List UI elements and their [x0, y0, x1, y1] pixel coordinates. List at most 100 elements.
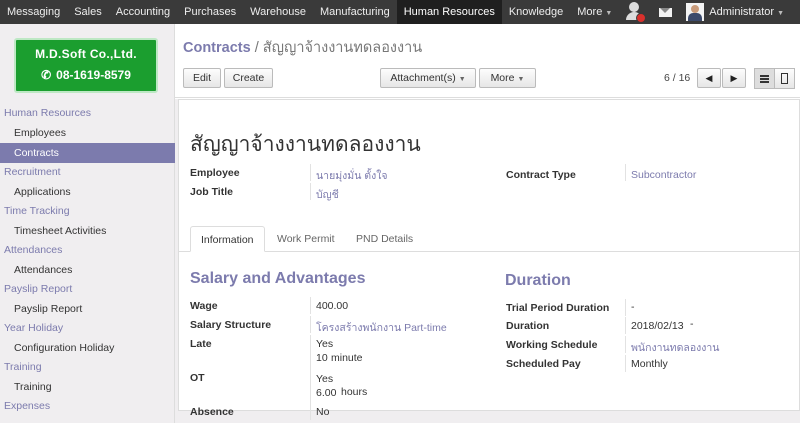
chevron-down-icon: ▼: [777, 10, 784, 17]
wage-label: Wage: [190, 300, 218, 312]
sidebar-item-training[interactable]: Training: [0, 377, 175, 397]
menu-purchases[interactable]: Purchases: [177, 0, 243, 24]
mail-icon[interactable]: [659, 7, 673, 17]
breadcrumb-contracts-link[interactable]: Contracts: [183, 40, 251, 56]
trial-period-label: Trial Period Duration: [506, 302, 610, 314]
absence-label: Absence: [190, 406, 234, 418]
user-presence-icon[interactable]: [625, 1, 647, 23]
presence-status-dot: [636, 13, 647, 23]
form-view-icon: [781, 73, 788, 84]
user-name: Administrator: [709, 6, 775, 18]
breadcrumb: Contracts / สัญญาจ้างงานทดลองงาน: [183, 36, 422, 59]
menu-accounting[interactable]: Accounting: [109, 0, 177, 24]
menu-knowledge[interactable]: Knowledge: [502, 0, 570, 24]
sidebar-item-employees[interactable]: Employees: [0, 123, 175, 143]
job-title-field[interactable]: บัญชี: [316, 186, 339, 203]
presence-head-shape: [629, 2, 640, 12]
attachments-dropdown[interactable]: Attachment(s) ▼: [380, 68, 476, 88]
tab-work-permit[interactable]: Work Permit: [267, 226, 345, 252]
menu-messaging[interactable]: Messaging: [0, 0, 67, 24]
ot-unit: hours: [341, 386, 368, 398]
scheduled-pay-field[interactable]: Monthly: [631, 358, 668, 370]
trial-period-field[interactable]: -: [631, 301, 635, 313]
user-menu[interactable]: Administrator ▼: [709, 6, 784, 18]
late-unit: minute: [331, 352, 363, 364]
wage-field[interactable]: 400.00: [316, 300, 348, 312]
scheduled-pay-label: Scheduled Pay: [506, 358, 581, 370]
sidebar-section-year-holiday: Year Holiday: [4, 322, 64, 334]
attachments-label: Attachment(s): [390, 72, 456, 84]
job-title-label: Job Title: [190, 186, 233, 198]
list-view-icon: [760, 75, 769, 77]
ot-amount-field[interactable]: 6.00: [316, 387, 336, 399]
late-label: Late: [190, 338, 212, 350]
menu-manufacturing[interactable]: Manufacturing: [313, 0, 397, 24]
app-menu: Messaging Sales Accounting Purchases War…: [0, 0, 619, 24]
field-divider: [310, 183, 311, 200]
form-sheet: สัญญาจ้างงานทดลองงาน Employee นายมุ่งมั่…: [178, 99, 800, 420]
avatar-body-shape: [688, 13, 703, 21]
top-navigation-bar: Messaging Sales Accounting Purchases War…: [0, 0, 800, 24]
more-label: More: [490, 72, 515, 84]
duration-start-field[interactable]: 2018/02/13: [631, 320, 684, 332]
contract-type-field[interactable]: Subcontractor: [631, 169, 696, 181]
salary-structure-field[interactable]: โครงสร้างพนักงาน Part-time: [316, 319, 447, 336]
field-divider: [310, 403, 311, 420]
field-divider: [625, 355, 626, 372]
sidebar-item-configuration-holiday[interactable]: Configuration Holiday: [0, 338, 175, 358]
menu-human-resources[interactable]: Human Resources: [396, 0, 502, 24]
absence-field[interactable]: No: [316, 406, 329, 418]
sidebar: M.D.Soft Co.,Ltd. ✆ 08-1619-8579 Human R…: [0, 24, 175, 423]
breadcrumb-current: สัญญาจ้างงานทดลองงาน: [262, 40, 423, 56]
working-schedule-label: Working Schedule: [506, 339, 598, 351]
sidebar-item-timesheet-activities[interactable]: Timesheet Activities: [0, 221, 175, 241]
duration-label: Duration: [506, 320, 550, 332]
more-dropdown[interactable]: More ▼: [479, 68, 536, 88]
chevron-down-icon: ▼: [605, 10, 613, 17]
contract-title: สัญญาจ้างงานทดลองงาน: [190, 133, 421, 156]
sidebar-section-time-tracking: Time Tracking: [4, 205, 70, 217]
sidebar-item-contracts[interactable]: Contracts: [0, 143, 175, 163]
field-divider: [310, 335, 311, 369]
employee-label: Employee: [190, 167, 240, 179]
tab-pnd-details[interactable]: PND Details: [346, 226, 423, 252]
pager-previous-button[interactable]: ◀: [697, 68, 721, 88]
arrow-left-icon: ◀: [705, 73, 713, 83]
sidebar-section-training: Training: [4, 361, 42, 373]
field-divider: [310, 369, 311, 403]
edit-button[interactable]: Edit: [183, 68, 221, 88]
notebook-tabs: Information Work Permit PND Details: [179, 226, 799, 252]
list-view-button[interactable]: [754, 68, 775, 89]
pager-value[interactable]: 6 / 16: [664, 72, 690, 84]
control-panel: Contracts / สัญญาจ้างงานทดลองงาน Edit Cr…: [175, 24, 800, 98]
ot-label: OT: [190, 372, 205, 384]
contract-type-label: Contract Type: [506, 169, 576, 181]
tab-information[interactable]: Information: [190, 226, 265, 252]
field-divider: [625, 336, 626, 353]
form-view-button[interactable]: [774, 68, 795, 89]
create-button[interactable]: Create: [224, 68, 273, 88]
employee-field[interactable]: นายมุ่งมั่น ตั้งใจ: [316, 167, 388, 184]
salary-structure-label: Salary Structure: [190, 319, 272, 331]
duration-end-field[interactable]: -: [690, 318, 694, 330]
field-divider: [310, 164, 311, 181]
main-content: Contracts / สัญญาจ้างงานทดลองงาน Edit Cr…: [175, 24, 800, 423]
field-divider: [310, 297, 311, 314]
menu-sales[interactable]: Sales: [67, 0, 109, 24]
sidebar-item-applications[interactable]: Applications: [0, 182, 175, 202]
chevron-down-icon: ▼: [517, 76, 525, 83]
menu-warehouse[interactable]: Warehouse: [243, 0, 313, 24]
avatar[interactable]: [686, 3, 705, 21]
sidebar-section-recruitment: Recruitment: [4, 166, 61, 178]
late-amount-field[interactable]: 10: [316, 352, 328, 364]
working-schedule-field[interactable]: พนักงานทดลองงาน: [631, 339, 719, 356]
ot-field[interactable]: Yes: [316, 373, 333, 385]
menu-more-label: More: [577, 6, 603, 18]
menu-more[interactable]: More ▼: [570, 0, 619, 24]
sidebar-menu: Human Resources Employees Contracts Recr…: [0, 104, 175, 416]
sidebar-item-payslip-report[interactable]: Payslip Report: [0, 299, 175, 319]
pager-next-button[interactable]: ▶: [722, 68, 746, 88]
sidebar-item-attendances[interactable]: Attendances: [0, 260, 175, 280]
late-field[interactable]: Yes: [316, 338, 333, 350]
company-logo[interactable]: M.D.Soft Co.,Ltd. ✆ 08-1619-8579: [14, 38, 158, 93]
